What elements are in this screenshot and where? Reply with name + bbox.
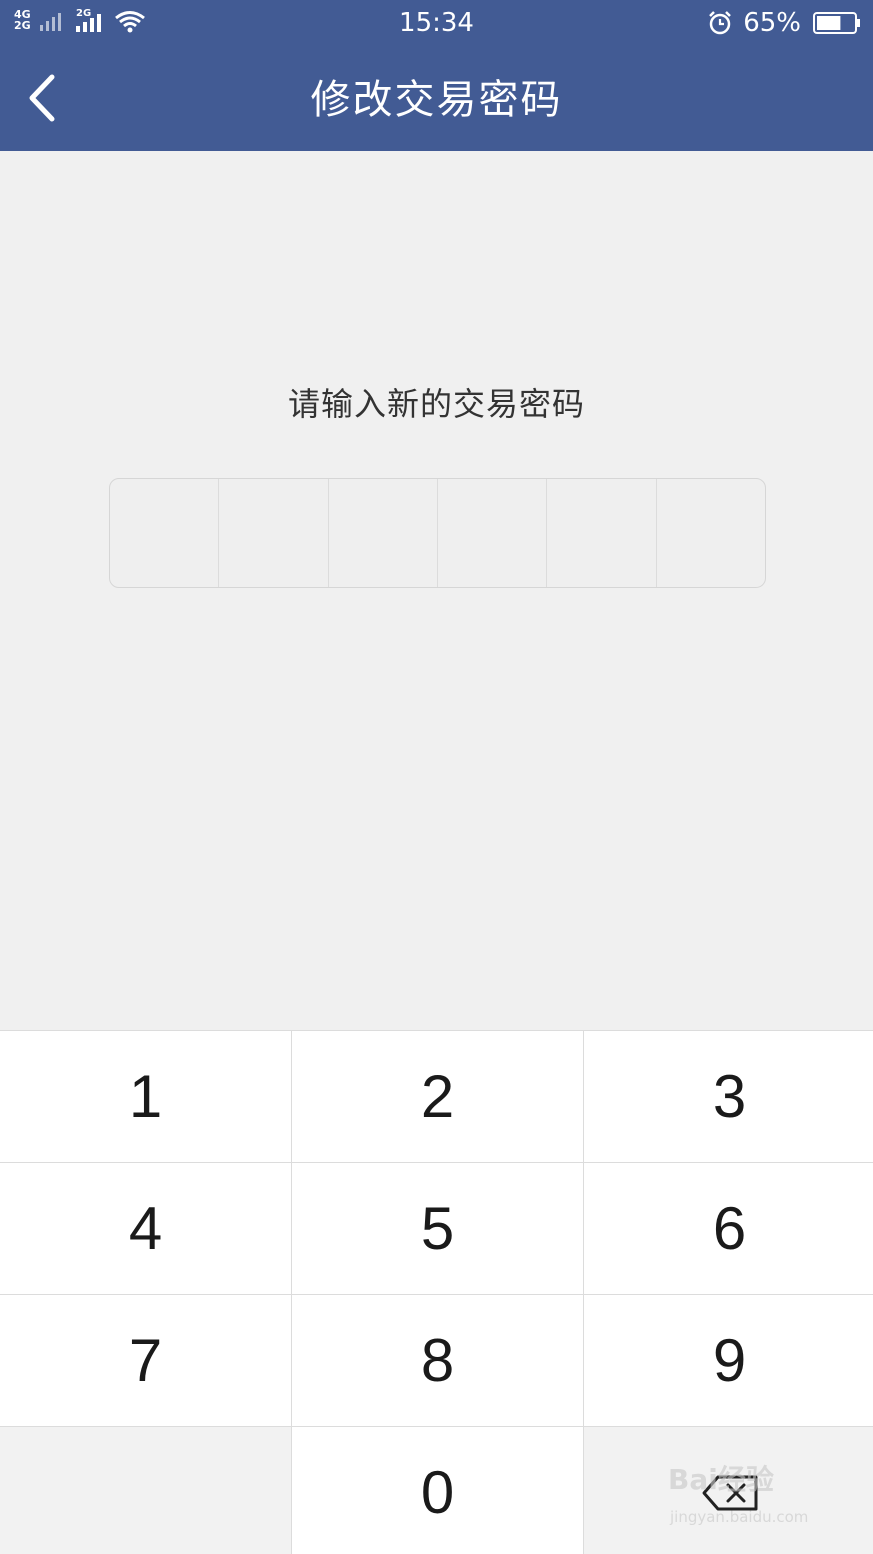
password-prompt: 请输入新的交易密码 (287, 385, 585, 423)
key-8[interactable]: 8 (292, 1295, 583, 1426)
key-1[interactable]: 1 (0, 1031, 291, 1162)
alarm-icon (709, 11, 732, 35)
watermark-url: jingyan.baidu.com (670, 1508, 809, 1526)
watermark-logo: Bai经验 (668, 1463, 774, 1496)
watermark: Bai经验 jingyan.baidu.com (668, 1458, 868, 1538)
battery-icon (813, 12, 860, 34)
key-3[interactable]: 3 (584, 1031, 873, 1162)
pin-digit-slot[interactable] (219, 479, 329, 587)
pin-input[interactable] (109, 478, 766, 588)
key-4[interactable]: 4 (0, 1163, 291, 1294)
app-header: 4G 2G 2G 15:34 65% 修改交易密码 (0, 0, 873, 151)
pin-digit-slot[interactable] (438, 479, 548, 587)
key-2[interactable]: 2 (292, 1031, 583, 1162)
status-right: 65% (707, 8, 861, 38)
pin-digit-slot[interactable] (329, 479, 438, 587)
pin-digit-slot[interactable] (547, 479, 657, 587)
pin-digit-slot[interactable] (657, 479, 765, 587)
battery-percent: 65% (743, 8, 801, 38)
status-bar: 4G 2G 2G 15:34 65% (0, 0, 873, 46)
page-title: 修改交易密码 (310, 77, 563, 123)
key-6[interactable]: 6 (584, 1163, 873, 1294)
key-5[interactable]: 5 (292, 1163, 583, 1294)
key-9[interactable]: 9 (584, 1295, 873, 1426)
key-blank (0, 1427, 291, 1554)
key-7[interactable]: 7 (0, 1295, 291, 1426)
key-0[interactable]: 0 (292, 1427, 583, 1554)
pin-digit-slot[interactable] (110, 479, 220, 587)
